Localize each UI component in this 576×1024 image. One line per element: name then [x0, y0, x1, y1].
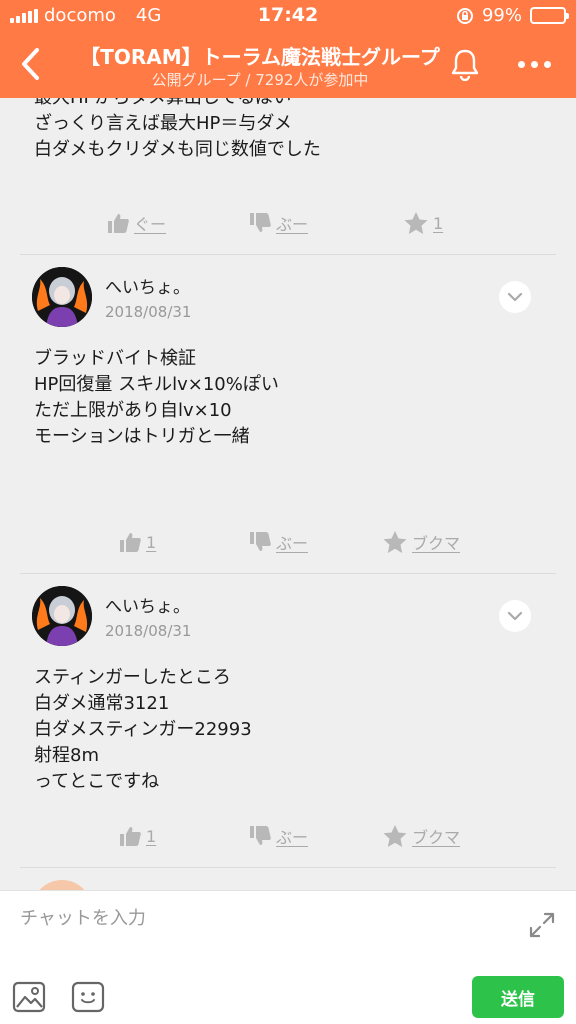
image-icon[interactable]: [11, 979, 47, 1015]
like-button[interactable]: 1: [118, 816, 156, 856]
message-post: へいちょ。 2018/08/31 スティンガーしたところ 白ダメ通常3121 白…: [0, 586, 576, 876]
bookmark-button[interactable]: 1: [403, 203, 443, 243]
post-date: 2018/08/31: [105, 303, 192, 321]
thumbs-down-icon: [250, 213, 271, 232]
nav-bar: 【TORAM】トーラム魔法戦士グループ 公開グループ / 7292人が参加中: [0, 32, 576, 98]
divider: [20, 254, 556, 255]
message-feed[interactable]: 最大HPからダメ算出してるぽい ざっくり言えば最大HP＝与ダメ 白ダメもクリダメ…: [0, 98, 576, 890]
battery-icon: [530, 7, 569, 24]
back-button[interactable]: [12, 44, 48, 84]
avatar-image: [32, 586, 92, 646]
message-text: ブラッドバイト検証 HP回復量 スキルlv×10%ぽい ただ上限があり自lv×1…: [34, 348, 279, 447]
star-icon: [404, 211, 428, 234]
dislike-button[interactable]: ぶー: [248, 203, 308, 243]
thumbs-down-icon: [250, 826, 271, 845]
header: docomo 4G 17:42 99% 【TORAM】トーラム魔法戦士グループ …: [0, 0, 576, 98]
post-date: 2018/08/31: [105, 622, 192, 640]
chevron-down-icon: [507, 292, 523, 302]
bookmark-label: ブクマ: [412, 828, 461, 847]
chat-composer: 送信: [0, 890, 576, 1024]
thumbs-up-icon: [120, 533, 141, 552]
thumbs-up-icon: [120, 827, 141, 846]
avatar-image: [32, 267, 92, 327]
rotation-lock-icon: [456, 7, 473, 24]
bell-icon: [451, 49, 479, 81]
message-post: へいちょ。 2018/08/31 ブラッドバイト検証 HP回復量 スキルlv×1…: [0, 267, 576, 557]
expand-icon[interactable]: [526, 909, 558, 941]
dislike-button[interactable]: ぶー: [248, 816, 308, 856]
like-count: 1: [146, 532, 157, 552]
thumbs-down-icon: [250, 532, 271, 551]
group-title: 【TORAM】トーラム魔法戦士グループ: [80, 45, 440, 69]
divider: [20, 867, 556, 868]
bookmark-button[interactable]: ブクマ: [382, 522, 460, 562]
like-button[interactable]: ぐー: [106, 203, 166, 243]
status-bar: docomo 4G 17:42 99%: [0, 0, 576, 32]
thumbs-up-icon: [108, 214, 129, 233]
bookmark-label: ブクマ: [412, 534, 461, 553]
avatar[interactable]: [32, 586, 92, 646]
message-menu-button[interactable]: [499, 600, 531, 632]
avatar[interactable]: [32, 880, 92, 890]
dislike-label: ぶー: [276, 215, 309, 234]
star-icon: [383, 824, 407, 847]
back-chevron-icon: [22, 48, 39, 80]
message-actions: ぐー ぶー 1: [0, 203, 576, 243]
battery-percent: 99%: [481, 5, 522, 26]
message-actions: 1 ぶー ブクマ: [0, 522, 576, 562]
bookmark-count: 1: [433, 213, 444, 233]
message-menu-button[interactable]: [499, 281, 531, 313]
more-button[interactable]: [510, 46, 558, 82]
like-label: ぐー: [134, 215, 167, 234]
dislike-button[interactable]: ぶー: [248, 522, 308, 562]
more-dots-icon: [517, 60, 551, 68]
avatar[interactable]: [32, 267, 92, 327]
chevron-down-icon: [507, 611, 523, 621]
message-text: 最大HPからダメ算出してるぽい ざっくり言えば最大HP＝与ダメ 白ダメもクリダメ…: [34, 98, 321, 160]
message-text: スティンガーしたところ 白ダメ通常3121 白ダメスティンガー22993 射程8…: [34, 667, 252, 792]
star-icon: [383, 530, 407, 553]
group-subtitle: 公開グループ / 7292人が参加中: [151, 71, 369, 89]
author-name[interactable]: へいちょ。: [105, 273, 190, 298]
dislike-label: ぶー: [276, 828, 309, 847]
like-button[interactable]: 1: [118, 522, 156, 562]
send-button[interactable]: 送信: [472, 976, 564, 1018]
bookmark-button[interactable]: ブクマ: [382, 816, 460, 856]
notification-button[interactable]: [446, 44, 484, 84]
chat-input[interactable]: [20, 903, 500, 933]
message-actions: 1 ぶー ブクマ: [0, 816, 576, 856]
dislike-label: ぶー: [276, 534, 309, 553]
author-name[interactable]: へいちょ。: [105, 592, 190, 617]
like-count: 1: [146, 826, 157, 846]
emoji-icon[interactable]: [70, 979, 106, 1015]
divider: [20, 573, 556, 574]
